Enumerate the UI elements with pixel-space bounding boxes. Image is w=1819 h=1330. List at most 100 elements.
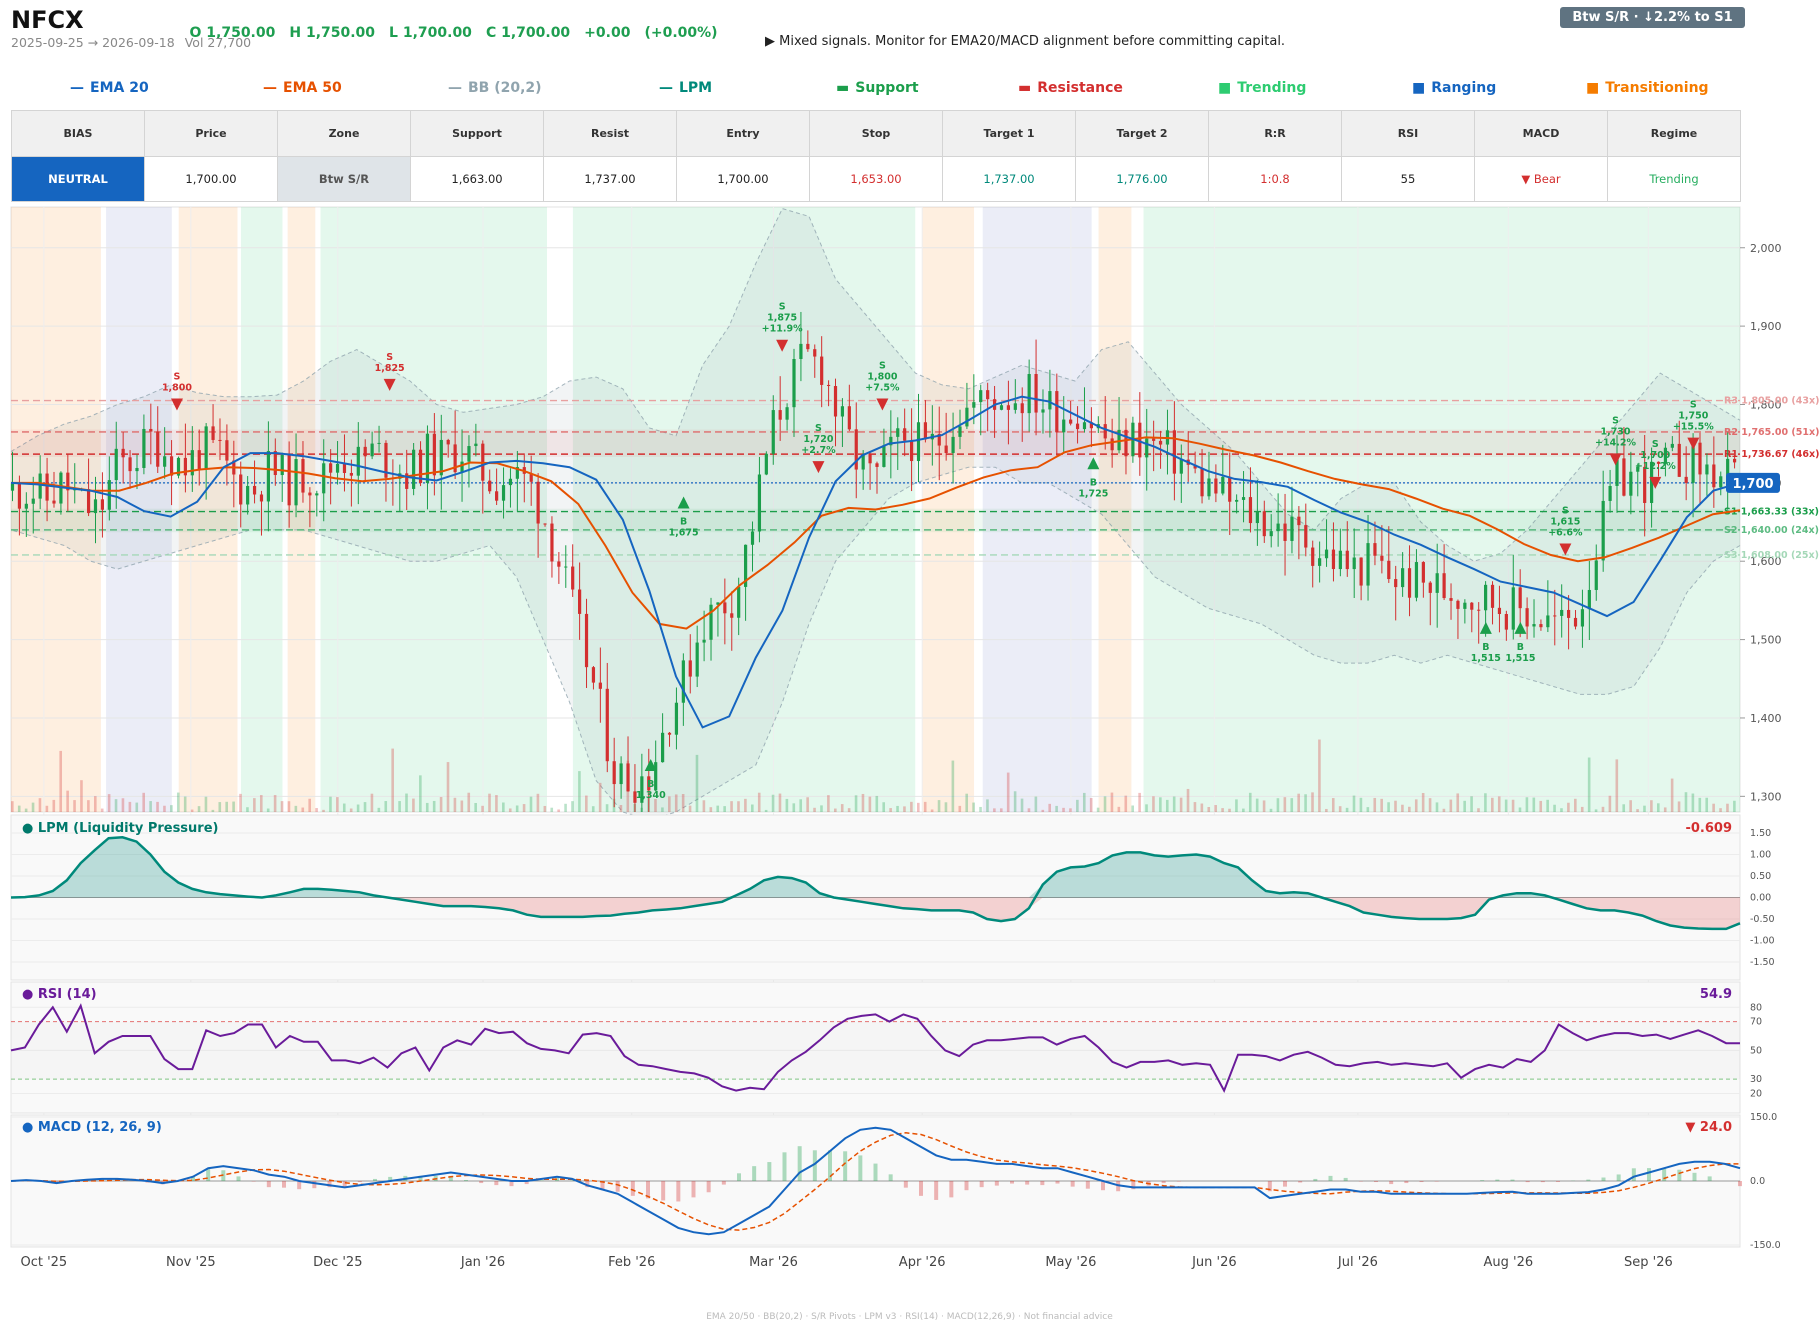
volume-bar bbox=[1290, 798, 1294, 812]
volume-bar bbox=[875, 795, 879, 812]
volume-bar bbox=[1608, 795, 1612, 812]
volume-bar bbox=[1726, 803, 1729, 812]
candle-body bbox=[1497, 607, 1502, 615]
candle-body bbox=[1449, 598, 1453, 601]
volume-bar bbox=[889, 808, 892, 812]
volume-bar bbox=[1684, 792, 1688, 812]
candle-body bbox=[1082, 422, 1087, 430]
macd-histogram-bar bbox=[266, 1181, 271, 1188]
candle-body bbox=[979, 390, 983, 403]
volume-bar bbox=[1477, 808, 1480, 812]
volume-bar bbox=[1539, 800, 1543, 812]
candle-body bbox=[488, 480, 492, 492]
candle-body bbox=[571, 566, 575, 590]
price-tick-label: 1,400 bbox=[1750, 712, 1782, 725]
candle-body bbox=[1048, 391, 1052, 410]
time-tick-label: Apr '26 bbox=[899, 1255, 946, 1270]
volume-bar bbox=[1110, 792, 1114, 812]
macd-title: ● MACD (12, 26, 9) bbox=[22, 1120, 162, 1135]
candle-body bbox=[1732, 458, 1737, 463]
candle-body bbox=[1643, 466, 1647, 503]
macd-histogram-bar bbox=[1540, 1181, 1545, 1183]
candle-body bbox=[322, 463, 326, 494]
candle-body bbox=[266, 451, 270, 502]
volume-bar bbox=[38, 798, 42, 812]
volume-bar bbox=[253, 798, 256, 812]
candle-body bbox=[1698, 442, 1702, 475]
macd-histogram-bar bbox=[979, 1181, 984, 1188]
candle-body bbox=[916, 422, 921, 462]
candle-body bbox=[218, 439, 222, 441]
macd-histogram-bar bbox=[1480, 1180, 1485, 1181]
candle-body bbox=[31, 498, 35, 504]
volume-bar bbox=[87, 800, 90, 812]
candle-body bbox=[1719, 476, 1723, 488]
candle-body bbox=[1172, 430, 1176, 474]
volume-bar bbox=[1580, 806, 1584, 812]
volume-bar bbox=[1643, 805, 1646, 812]
candle-body bbox=[1200, 468, 1204, 497]
candle-body bbox=[1484, 584, 1488, 611]
candle-body bbox=[425, 433, 430, 483]
candle-body bbox=[1228, 476, 1232, 502]
candle-body bbox=[349, 472, 353, 476]
volume-bar bbox=[944, 802, 948, 812]
volume-bar bbox=[301, 807, 305, 812]
volume-bar bbox=[1172, 796, 1176, 812]
volume-bar bbox=[557, 809, 560, 812]
time-tick-label: Nov '25 bbox=[166, 1255, 216, 1270]
candle-body bbox=[591, 667, 596, 683]
volume-bar bbox=[1242, 808, 1245, 812]
volume-bar bbox=[412, 798, 415, 812]
volume-bar bbox=[681, 794, 685, 812]
macd-histogram-bar bbox=[494, 1181, 499, 1186]
candle-body bbox=[294, 459, 298, 506]
volume-bar bbox=[1020, 798, 1024, 812]
signal-label: +11.9% bbox=[762, 324, 803, 335]
volume-bar bbox=[979, 806, 982, 812]
signal-label: +12.2% bbox=[1635, 461, 1676, 472]
candle-body bbox=[273, 451, 277, 476]
candle-body bbox=[1407, 568, 1412, 598]
volume-bar bbox=[315, 808, 318, 812]
volume-bar bbox=[1062, 807, 1065, 812]
volume-bar bbox=[854, 795, 858, 812]
candle-body bbox=[1241, 497, 1246, 500]
macd-histogram-bar bbox=[676, 1181, 681, 1202]
candle-body bbox=[1338, 550, 1342, 570]
macd-histogram-bar bbox=[919, 1181, 923, 1196]
candle-body bbox=[965, 407, 969, 427]
candle-body bbox=[1262, 511, 1266, 537]
candle-body bbox=[1124, 429, 1128, 457]
volume-bar bbox=[764, 809, 768, 812]
volume-bar bbox=[197, 806, 201, 812]
signal-label: S bbox=[386, 352, 393, 363]
candle-body bbox=[1179, 459, 1183, 474]
macd-histogram-bar bbox=[964, 1181, 969, 1191]
volume-bar bbox=[190, 809, 194, 812]
candle-body bbox=[1394, 579, 1398, 588]
volume-bar bbox=[218, 802, 222, 812]
time-tick-label: Oct '25 bbox=[20, 1255, 67, 1270]
volume-bar bbox=[17, 805, 21, 812]
macd-histogram-bar bbox=[615, 1181, 620, 1192]
volume-bar bbox=[322, 809, 325, 812]
volume-bar bbox=[965, 793, 969, 812]
macd-histogram-bar bbox=[297, 1181, 302, 1190]
volume-bar bbox=[827, 795, 830, 812]
volume-bar bbox=[481, 805, 484, 812]
volume-bar bbox=[1587, 757, 1591, 812]
candle-body bbox=[1255, 511, 1259, 524]
volume-bar bbox=[688, 805, 692, 812]
candle-body bbox=[1075, 423, 1080, 430]
candle-body bbox=[1145, 438, 1149, 458]
candle-body bbox=[356, 446, 360, 476]
volume-bar bbox=[1165, 799, 1169, 812]
macd-histogram-bar bbox=[1404, 1181, 1409, 1184]
signal-label: B bbox=[1482, 642, 1489, 653]
volume-bar bbox=[114, 799, 118, 812]
macd-histogram-bar bbox=[1616, 1174, 1621, 1181]
candle-body bbox=[709, 604, 713, 640]
candle-body bbox=[1532, 624, 1536, 627]
candle-body bbox=[1414, 562, 1419, 598]
